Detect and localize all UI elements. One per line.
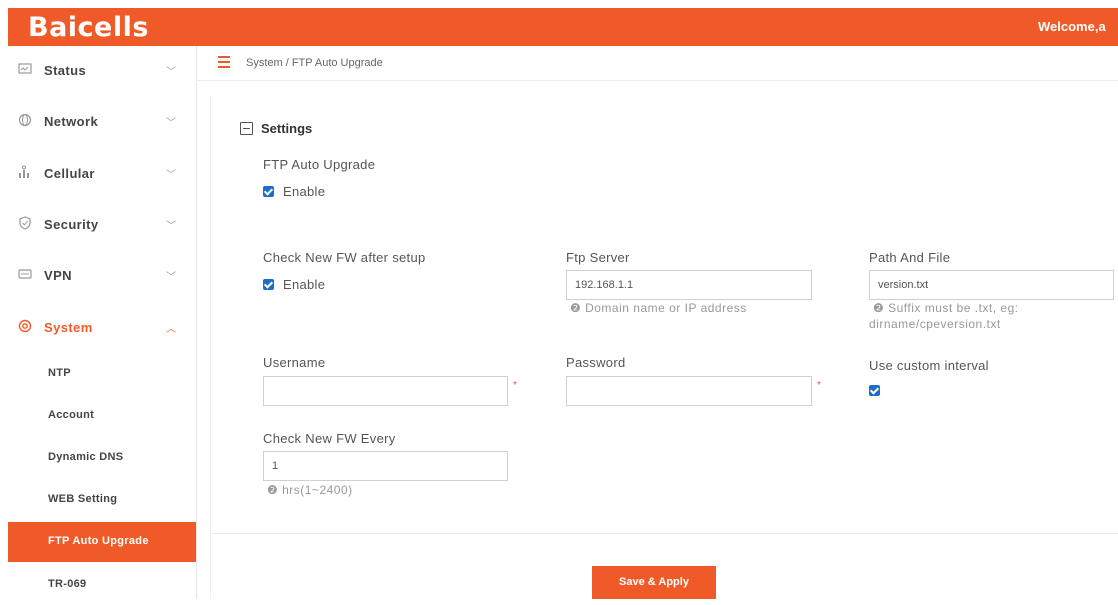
top-header-bar: Baicells Welcome,a xyxy=(8,8,1118,46)
sidebar-item-label: Network xyxy=(44,114,99,129)
gear-icon xyxy=(18,319,32,333)
globe-icon xyxy=(18,113,32,127)
info-icon: ❷ xyxy=(570,301,586,315)
sidebar-item-network[interactable]: Network ﹀ xyxy=(8,97,196,147)
ftp-server-hint-text: Domain name or IP address xyxy=(585,301,747,315)
username-input[interactable] xyxy=(263,376,508,406)
collapse-section-icon[interactable] xyxy=(240,122,253,135)
sidebar-item-status[interactable]: Status ﹀ xyxy=(8,46,196,96)
sidebar-subitem-label: TR-069 xyxy=(48,578,87,590)
welcome-user-menu[interactable]: Welcome,a xyxy=(1038,19,1118,34)
sidebar-subitem-account[interactable]: Account xyxy=(8,396,196,436)
chevron-down-icon: ﹀ xyxy=(166,272,176,283)
breadcrumb: System / FTP Auto Upgrade xyxy=(246,57,383,69)
path-and-file-hint: ❷ Suffix must be .txt, eg: xyxy=(873,300,1019,316)
sidebar-item-label: VPN xyxy=(44,268,72,283)
chevron-down-icon: ﹀ xyxy=(166,67,176,78)
chevron-down-icon: ﹀ xyxy=(166,221,176,232)
sidebar-subitem-label: Account xyxy=(48,409,95,421)
breadcrumb-bar: System / FTP Auto Upgrade xyxy=(196,46,1118,81)
sidebar-subitem-label: WEB Setting xyxy=(48,493,118,505)
ftp-auto-upgrade-label: FTP Auto Upgrade xyxy=(263,157,376,172)
ftp-server-label: Ftp Server xyxy=(566,250,630,265)
chevron-up-icon: ︿ xyxy=(166,324,176,335)
path-hint-line2: dirname/cpeversion.txt xyxy=(869,317,1001,331)
vpn-icon xyxy=(18,267,32,281)
footer-divider xyxy=(210,533,1118,534)
sidebar-subitem-tr-069[interactable]: TR-069 xyxy=(8,565,196,605)
sidebar-nav: Status ﹀ Network ﹀ Cellular ﹀ Security ﹀… xyxy=(8,46,197,599)
sidebar-item-label: Cellular xyxy=(44,166,95,181)
required-mark: * xyxy=(513,380,517,391)
check-after-setup-enable-label: Enable xyxy=(283,277,326,292)
sidebar-subitem-label: FTP Auto Upgrade xyxy=(48,535,149,547)
ftp-server-input[interactable]: 192.168.1.1 xyxy=(566,270,812,300)
sidebar-item-vpn[interactable]: VPN ﹀ xyxy=(8,251,196,301)
ftp-auto-upgrade-enable-label: Enable xyxy=(283,184,326,199)
shield-icon xyxy=(18,216,32,230)
sidebar-item-cellular[interactable]: Cellular ﹀ xyxy=(8,149,196,199)
sidebar-subitem-ftp-auto-upgrade[interactable]: FTP Auto Upgrade xyxy=(8,522,196,562)
sidebar-item-label: Security xyxy=(44,217,99,232)
check-every-label: Check New FW Every xyxy=(263,431,396,446)
path-hint-line1: Suffix must be .txt, eg: xyxy=(888,301,1019,315)
path-and-file-input[interactable]: version.txt xyxy=(869,270,1114,300)
section-title: Settings xyxy=(261,121,313,136)
sidebar-item-label: Status xyxy=(44,63,87,78)
sidebar-item-label: System xyxy=(44,320,93,335)
sidebar-item-system[interactable]: System ︿ xyxy=(8,303,196,353)
required-mark: * xyxy=(817,380,821,391)
sidebar-subitem-label: Dynamic DNS xyxy=(48,451,124,463)
path-and-file-label: Path And File xyxy=(869,250,951,265)
tower-icon xyxy=(18,165,32,179)
chevron-down-icon: ﹀ xyxy=(166,118,176,129)
check-after-setup-checkbox[interactable] xyxy=(263,279,274,290)
ftp-server-hint: ❷ Domain name or IP address xyxy=(570,300,747,316)
custom-interval-checkbox[interactable] xyxy=(869,385,880,396)
info-icon: ❷ xyxy=(873,301,889,315)
brand-logo: Baicells xyxy=(28,12,149,43)
info-icon: ❷ xyxy=(267,483,283,497)
password-label: Password xyxy=(566,355,626,370)
ftp-auto-upgrade-checkbox[interactable] xyxy=(263,186,274,197)
sidebar-subitem-web-setting[interactable]: WEB Setting xyxy=(8,480,196,520)
check-every-input[interactable]: 1 xyxy=(263,451,508,481)
check-every-hint-text: hrs(1~2400) xyxy=(282,483,353,497)
custom-interval-label: Use custom interval xyxy=(869,358,989,373)
sidebar-subitem-ntp[interactable]: NTP xyxy=(8,354,196,394)
chevron-down-icon: ﹀ xyxy=(166,170,176,181)
menu-toggle-icon[interactable] xyxy=(218,56,230,68)
sidebar-subitem-label: NTP xyxy=(48,367,71,379)
monitor-icon xyxy=(18,62,32,76)
check-every-hint: ❷ hrs(1~2400) xyxy=(267,482,353,498)
password-input[interactable] xyxy=(566,376,812,406)
sidebar-subitem-dynamic-dns[interactable]: Dynamic DNS xyxy=(8,438,196,478)
username-label: Username xyxy=(263,355,326,370)
save-apply-button[interactable]: Save & Apply xyxy=(592,566,716,599)
sidebar-item-security[interactable]: Security ﹀ xyxy=(8,200,196,250)
check-after-setup-label: Check New FW after setup xyxy=(263,250,426,265)
